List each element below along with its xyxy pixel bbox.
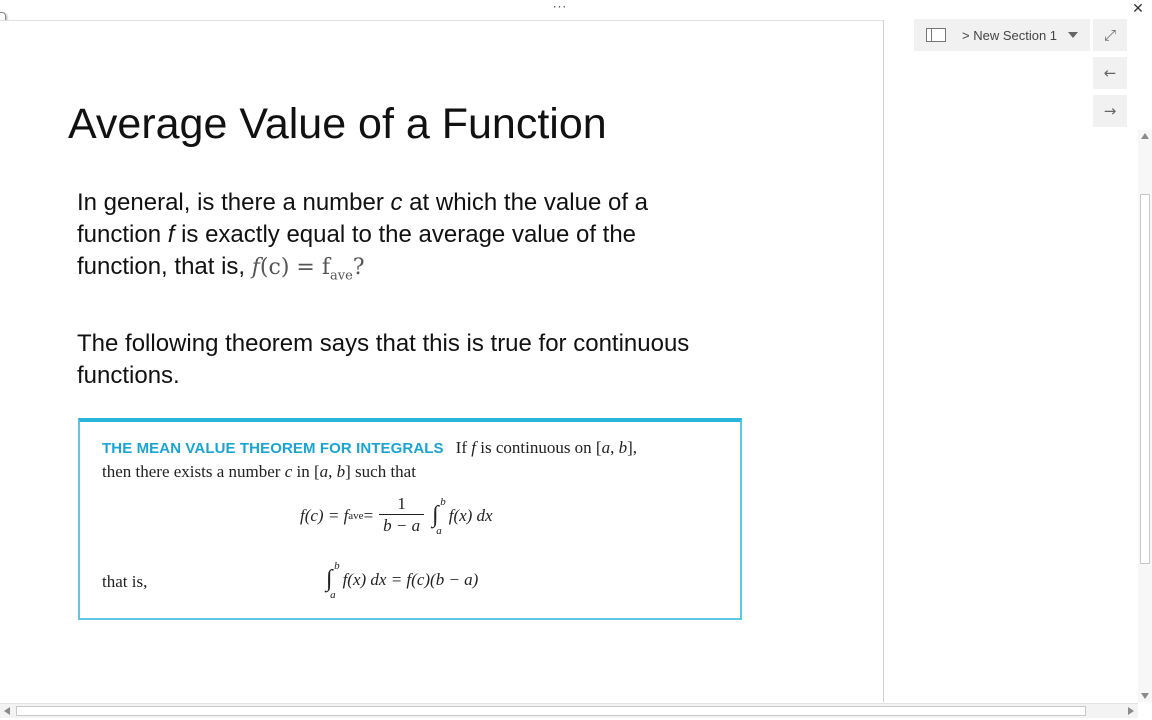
- vertical-scroll-thumb[interactable]: [1140, 194, 1150, 564]
- text-segment: ,: [610, 438, 619, 457]
- integrand: f(x) dx: [448, 505, 493, 525]
- question-line-1: In general, is there a number c at which…: [77, 187, 648, 219]
- variable-a: a: [319, 462, 329, 481]
- intro-line-1: The following theorem says that this is …: [77, 330, 690, 357]
- text-segment: In general, is there a number: [77, 189, 391, 216]
- theorem-heading: THE MEAN VALUE THEOREM FOR INTEGRALS: [102, 440, 444, 457]
- theorem-equation-1: f(c) = f ave = 1 b − a ∫ b a f(x) dx: [300, 494, 493, 537]
- forward-arrow-icon[interactable]: →: [1093, 95, 1127, 127]
- chevron-down-icon: [1068, 32, 1078, 38]
- math-middle: (c) = f: [259, 255, 330, 280]
- notebook-icon: [926, 28, 946, 42]
- section-label: > New Section 1: [962, 27, 1058, 43]
- theorem-line-2: then there exists a number c in [a, b] s…: [102, 462, 416, 482]
- integrand: f(x) dx = f(c)(b − a): [342, 569, 479, 589]
- equals-sign: =: [363, 505, 374, 525]
- lower-limit: a: [330, 589, 336, 601]
- scroll-right-icon[interactable]: [1128, 707, 1134, 715]
- text-segment: in [: [292, 462, 320, 481]
- text-segment: function, that is,: [77, 253, 252, 280]
- text-segment: then there exists a number: [102, 462, 285, 481]
- more-options-button[interactable]: ···: [549, 0, 571, 16]
- expand-icon[interactable]: ⤢: [1093, 19, 1127, 51]
- paragraph-question: In general, is there a number c at which…: [77, 187, 648, 292]
- that-is-label: that is,: [102, 572, 148, 591]
- equation-subscript: ave: [348, 509, 364, 522]
- theorem-image: THE MEAN VALUE THEOREM FOR INTEGRALS If f…: [78, 418, 742, 620]
- lower-limit: a: [436, 525, 442, 537]
- back-arrow-icon[interactable]: ←: [1093, 57, 1127, 89]
- theorem-line-1: THE MEAN VALUE THEOREM FOR INTEGRALS If f…: [102, 438, 637, 458]
- question-line-3: function, that is, f(c) = fave?: [77, 251, 648, 292]
- upper-limit: b: [440, 496, 446, 508]
- math-subscript: ave: [329, 268, 353, 284]
- upper-limit: b: [334, 560, 340, 572]
- variable-a: a: [601, 438, 611, 457]
- intro-line-2: functions.: [77, 362, 180, 389]
- fraction-denominator: b − a: [379, 514, 425, 537]
- integral-sign: ∫ b a: [432, 496, 446, 537]
- page-title: Average Value of a Function: [68, 100, 607, 148]
- section-selector-button[interactable]: > New Section 1: [914, 19, 1090, 51]
- text-segment: ],: [627, 438, 638, 457]
- vertical-scrollbar[interactable]: [1138, 130, 1152, 702]
- text-segment: ,: [328, 462, 337, 481]
- horizontal-scrollbar[interactable]: [0, 703, 1138, 718]
- math-question-mark: ?: [352, 255, 365, 280]
- integral-sign: ∫ b a: [326, 560, 340, 601]
- math-expression: f(c) = fave?: [251, 255, 365, 284]
- text-segment: ] such that: [345, 462, 416, 481]
- theorem-equation-2: ∫ b a f(x) dx = f(c)(b − a): [324, 560, 479, 601]
- fraction-numerator: 1: [397, 494, 406, 513]
- variable-b: b: [336, 462, 346, 481]
- close-button[interactable]: ✕: [1130, 1, 1146, 17]
- text-segment: is exactly equal to the average value of…: [174, 221, 637, 248]
- horizontal-scroll-thumb[interactable]: [16, 706, 1086, 716]
- text-segment: function: [77, 221, 168, 248]
- fraction: 1 b − a: [379, 494, 425, 537]
- text-segment: is continuous on [: [475, 438, 602, 457]
- scroll-up-icon[interactable]: [1141, 133, 1149, 139]
- equation-lhs: f(c) = f: [300, 505, 349, 525]
- variable-b: b: [618, 438, 628, 457]
- scroll-down-icon[interactable]: [1141, 693, 1149, 699]
- scroll-left-icon[interactable]: [4, 707, 10, 715]
- math-f: f: [251, 255, 260, 280]
- text-segment: If: [455, 438, 472, 457]
- paragraph-theorem-intro: The following theorem says that this is …: [77, 328, 689, 392]
- variable-c: c: [390, 189, 403, 216]
- question-line-2: function f is exactly equal to the avera…: [77, 219, 648, 251]
- text-segment: at which the value of a: [402, 189, 648, 216]
